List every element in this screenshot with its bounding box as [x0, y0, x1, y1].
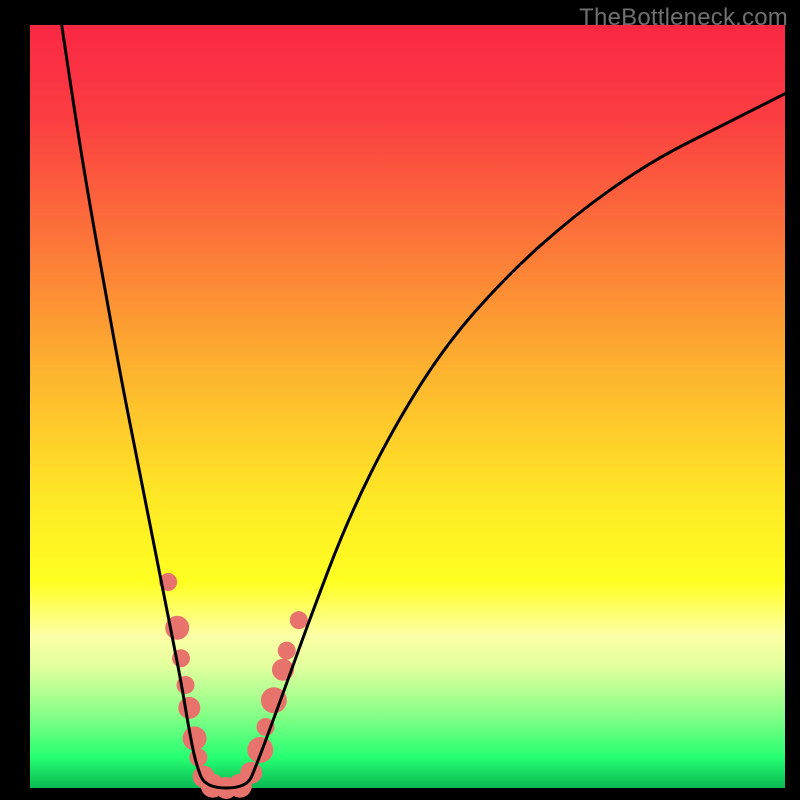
sample-marker [183, 726, 207, 750]
sample-marker [178, 697, 200, 719]
sample-marker [290, 611, 308, 629]
chart-svg [0, 0, 800, 800]
watermark-text: TheBottleneck.com [579, 4, 788, 32]
chart-frame: TheBottleneck.com [0, 0, 800, 800]
bottleneck-curve [62, 25, 785, 788]
sample-marker [240, 762, 262, 784]
sample-marker [247, 737, 273, 763]
sample-marker [278, 642, 296, 660]
